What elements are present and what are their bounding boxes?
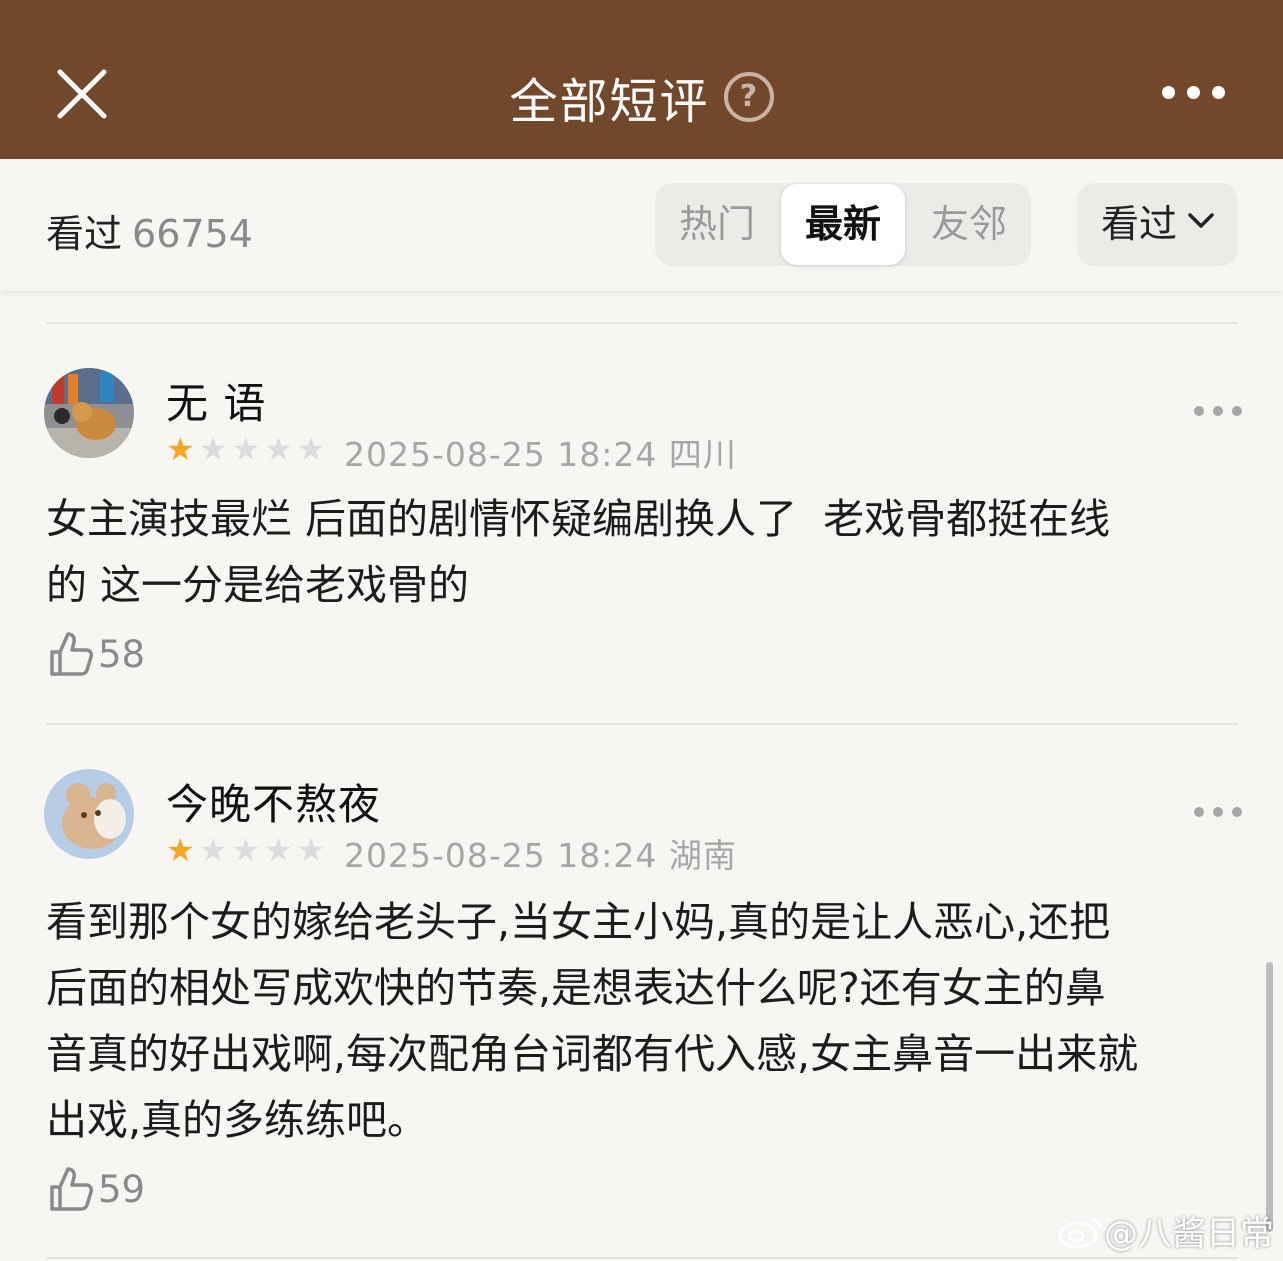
username[interactable]: 无 语 <box>166 370 266 431</box>
scrollbar[interactable] <box>1266 962 1273 1232</box>
status-dropdown[interactable]: 看过 <box>1077 183 1238 266</box>
more-dot <box>1213 406 1223 416</box>
more-dot <box>1194 807 1204 817</box>
star-rating: ★ ★ ★ ★ ★ <box>166 432 325 466</box>
star-empty-icon: ★ <box>296 430 326 468</box>
watermark-text: @八酱日常 <box>1104 1214 1274 1254</box>
title-group: 全部短评? <box>0 62 1283 132</box>
like-count: 59 <box>98 1167 146 1211</box>
comment-meta: 2025-08-25 18:24 四川 <box>344 428 737 476</box>
tab-hot[interactable]: 热门 <box>655 183 779 266</box>
divider <box>46 322 1238 324</box>
tab-friends[interactable]: 友邻 <box>907 183 1031 266</box>
comment-location: 湖南 <box>668 836 737 875</box>
star-filled-icon: ★ <box>166 831 195 869</box>
tab-latest[interactable]: 最新 <box>781 184 905 265</box>
watched-count: 看过 66754 <box>46 203 253 258</box>
status-dropdown-label: 看过 <box>1101 202 1178 246</box>
star-empty-icon: ★ <box>296 831 326 869</box>
divider <box>46 1257 1238 1259</box>
watched-count-value: 66754 <box>132 212 253 256</box>
thumbs-up-icon <box>50 1167 93 1211</box>
chevron-down-icon <box>1188 213 1214 228</box>
like-count: 58 <box>98 632 146 676</box>
star-empty-icon: ★ <box>264 430 293 468</box>
thumbs-up-icon <box>50 632 93 676</box>
comment-datetime: 2025-08-25 18:24 <box>344 836 658 875</box>
comment-text: 看到那个女的嫁给老头子,当女主小妈,真的是让人恶心,还把 后面的相处写成欢快的节… <box>46 898 1139 1144</box>
comment-datetime: 2025-08-25 18:24 <box>344 435 658 474</box>
avatar[interactable] <box>44 769 134 859</box>
more-options-button[interactable] <box>1162 86 1225 99</box>
more-dot <box>1212 86 1225 99</box>
star-empty-icon: ★ <box>264 831 293 869</box>
star-empty-icon: ★ <box>231 831 261 869</box>
star-empty-icon: ★ <box>198 831 228 869</box>
like-button[interactable]: 59 <box>48 1165 145 1213</box>
username[interactable]: 今晚不熬夜 <box>166 771 381 832</box>
filter-bar: 看过 66754 热门 最新 友邻 看过 <box>0 159 1283 291</box>
page-title: 全部短评 <box>509 74 710 130</box>
more-dot <box>1194 406 1204 416</box>
top-navigation-bar: 全部短评? <box>0 0 1283 159</box>
more-dot <box>1187 86 1200 99</box>
star-rating: ★ ★ ★ ★ ★ <box>166 833 325 867</box>
star-empty-icon: ★ <box>231 430 261 468</box>
comment-more-button[interactable] <box>1194 406 1242 416</box>
star-empty-icon: ★ <box>198 430 228 468</box>
watched-count-label: 看过 <box>46 212 123 256</box>
star-filled-icon: ★ <box>166 430 195 468</box>
watermark: @八酱日常 <box>1058 1206 1274 1255</box>
divider <box>46 723 1238 725</box>
more-dot <box>1232 406 1242 416</box>
like-button[interactable]: 58 <box>48 630 145 678</box>
comment-more-button[interactable] <box>1194 807 1242 817</box>
more-dot <box>1162 86 1175 99</box>
comment-text: 女主演技最烂 后面的剧情怀疑编剧换人了 老戏骨都挺在线 的 这一分是给老戏骨的 <box>46 495 1111 609</box>
more-dot <box>1213 807 1223 817</box>
comment-meta: 2025-08-25 18:24 湖南 <box>344 829 737 877</box>
question-circle-icon[interactable]: ? <box>723 72 774 122</box>
more-dot <box>1232 807 1242 817</box>
sort-segmented-control: 热门 最新 友邻 <box>655 183 1031 266</box>
avatar[interactable] <box>44 368 134 458</box>
comment-location: 四川 <box>668 435 737 474</box>
weibo-icon <box>1058 1217 1102 1248</box>
